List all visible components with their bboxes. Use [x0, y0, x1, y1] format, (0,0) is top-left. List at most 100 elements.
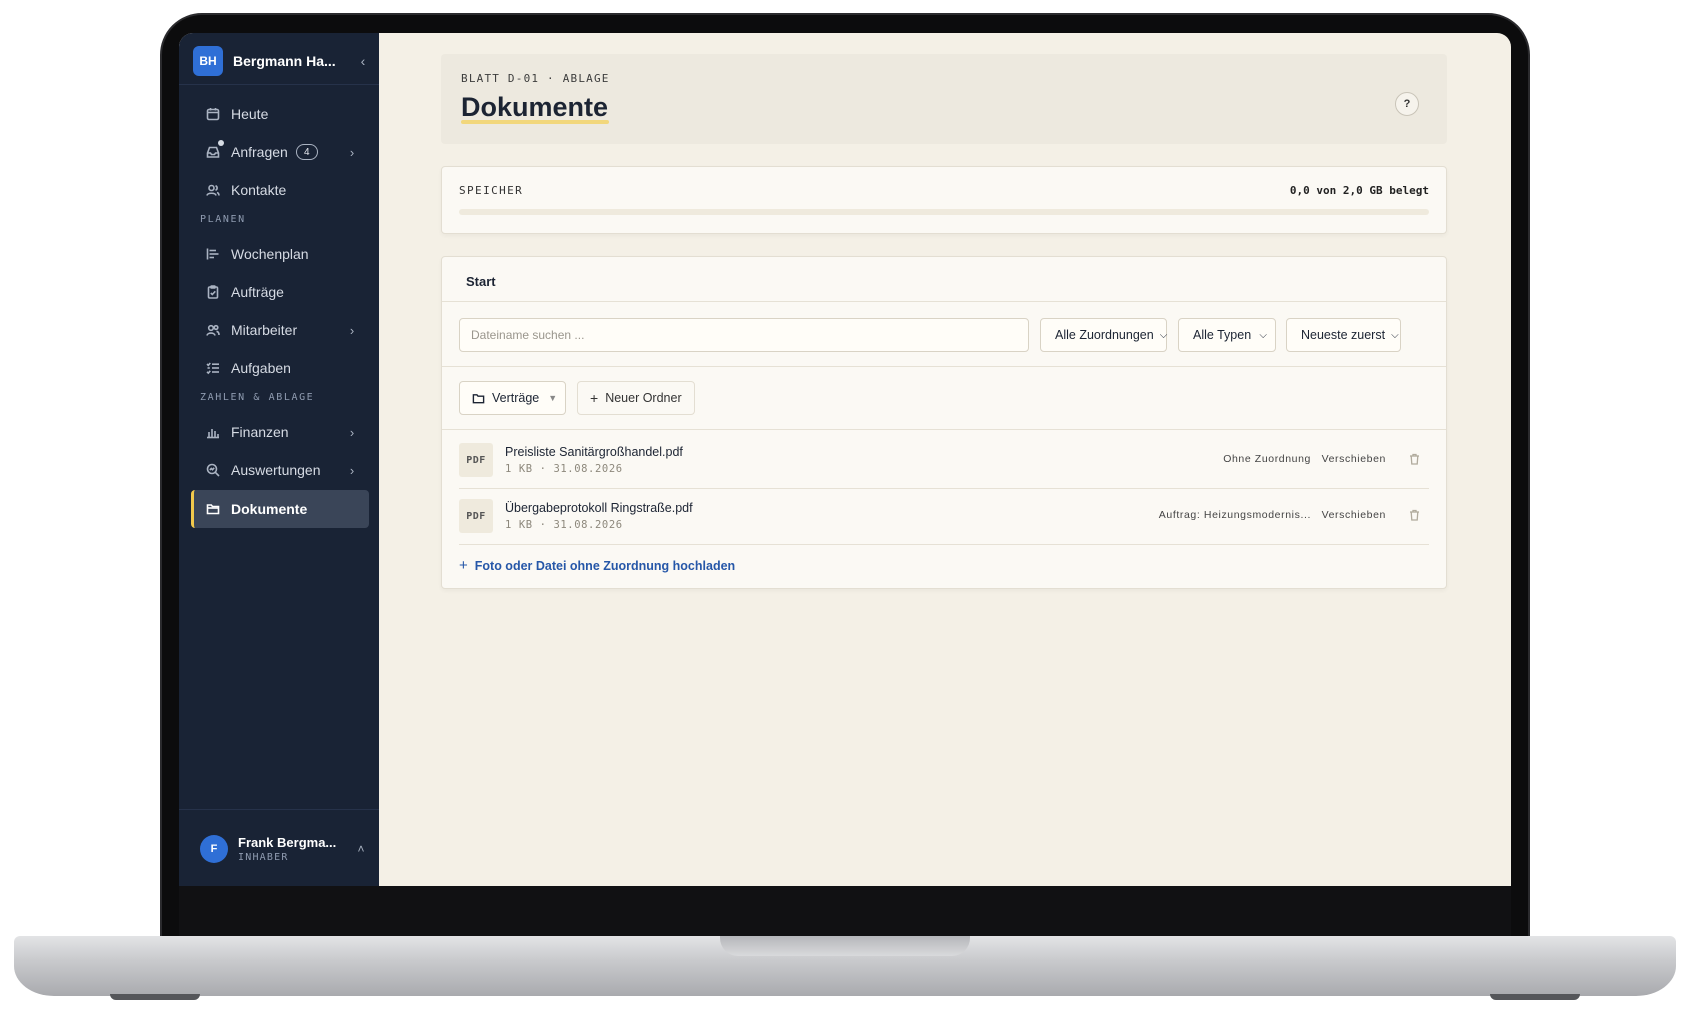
sidebar-item-auswertungen[interactable]: Auswertungen ›: [191, 451, 369, 489]
sidebar-item-label: Wochenplan: [231, 246, 309, 262]
folder-icon: [205, 501, 221, 517]
move-button[interactable]: Verschieben: [1322, 453, 1386, 465]
pdf-file-icon: PDF: [459, 443, 493, 477]
users-icon: [205, 322, 221, 338]
chevron-right-icon[interactable]: ›: [343, 145, 361, 160]
sidebar-item-label: Aufträge: [231, 284, 284, 300]
chevron-right-icon[interactable]: ›: [343, 323, 361, 338]
sort-select[interactable]: Neueste zuerst ⌵: [1286, 318, 1401, 352]
sidebar-divider: [179, 84, 379, 85]
storage-progress-bar: [459, 209, 1429, 215]
chevron-down-icon: ⌵: [1391, 329, 1399, 341]
file-row[interactable]: PDF Übergabeprotokoll Ringstraße.pdf 1 K…: [459, 488, 1429, 544]
sidebar-item-label: Aufgaben: [231, 360, 291, 376]
storage-panel: SPEICHER 0,0 von 2,0 GB belegt: [441, 166, 1447, 234]
upload-link-label: Foto oder Datei ohne Zuordnung hochladen: [474, 558, 736, 573]
sidebar-item-mitarbeiter[interactable]: Mitarbeiter ›: [191, 311, 369, 349]
divider: [442, 366, 1446, 367]
search-input[interactable]: [459, 318, 1029, 352]
checklist-icon: [205, 360, 221, 376]
section-label-zahlen: ZAHLEN & ABLAGE: [200, 392, 315, 403]
chevron-up-icon[interactable]: ˄: [352, 842, 370, 856]
workspace-name: Bergmann Ha...: [233, 53, 336, 69]
folder-dropdown-button[interactable]: Verträge ▼: [459, 381, 566, 415]
screen-bezel: [179, 886, 1511, 936]
chevron-right-icon[interactable]: ›: [343, 425, 361, 440]
sidebar-item-wochenplan[interactable]: Wochenplan: [191, 235, 369, 273]
breadcrumb[interactable]: Start: [466, 274, 496, 289]
file-meta: 1 KB · 31.08.2026: [505, 519, 623, 531]
sidebar-item-label: Dokumente: [231, 501, 308, 517]
sidebar-item-auftraege[interactable]: Aufträge: [191, 273, 369, 311]
chevron-down-icon: ⌵: [1159, 329, 1168, 341]
storage-title: SPEICHER: [459, 184, 524, 197]
file-assignment[interactable]: Ohne Zuordnung: [1223, 453, 1311, 465]
sidebar-item-label: Mitarbeiter: [231, 322, 298, 338]
user-name: Frank Bergma...: [238, 835, 337, 850]
contacts-icon: [205, 182, 221, 198]
title-highlight: [461, 120, 609, 124]
chevron-down-icon: ⌵: [1259, 329, 1267, 341]
trash-icon[interactable]: [1409, 508, 1422, 521]
folder-label: Verträge: [492, 391, 540, 405]
trash-icon[interactable]: [1409, 452, 1422, 465]
select-value: Neueste zuerst: [1301, 328, 1386, 342]
sidebar-item-label: Finanzen: [231, 424, 289, 440]
pdf-file-icon: PDF: [459, 499, 493, 533]
sidebar-item-finanzen[interactable]: Finanzen ›: [191, 413, 369, 451]
zoom-chart-icon: [205, 462, 221, 478]
new-folder-button[interactable]: + Neuer Ordner: [577, 381, 695, 415]
caret-down-icon: ▼: [548, 393, 558, 403]
bar-chart-icon: [205, 424, 221, 440]
sidebar-item-heute[interactable]: Heute: [191, 95, 369, 133]
help-button[interactable]: ?: [1395, 92, 1419, 116]
file-assignment[interactable]: Auftrag: Heizungsmodernis...: [1159, 509, 1311, 521]
sidebar-item-dokumente[interactable]: Dokumente: [191, 490, 369, 528]
page-title: Dokumente: [461, 92, 609, 122]
sidebar-item-aufgaben[interactable]: Aufgaben: [191, 349, 369, 387]
count-badge: 4: [295, 144, 318, 160]
folder-icon: [472, 393, 485, 403]
divider: [459, 544, 1429, 545]
laptop-foot: [1490, 994, 1580, 1000]
sidebar-item-label: Anfragen: [231, 144, 288, 160]
avatar: F: [200, 835, 228, 863]
plus-icon: +: [459, 557, 468, 574]
sheet-label: BLATT D-01 · ABLAGE: [461, 72, 610, 85]
laptop-foot: [110, 994, 200, 1000]
chevron-left-icon[interactable]: ‹: [353, 53, 373, 69]
calendar-icon: [205, 106, 221, 122]
select-value: Alle Zuordnungen: [1055, 328, 1154, 342]
user-role: INHABER: [238, 852, 289, 863]
file-name[interactable]: Übergabeprotokoll Ringstraße.pdf: [505, 501, 693, 515]
assignment-filter-select[interactable]: Alle Zuordnungen ⌵: [1040, 318, 1167, 352]
sidebar-item-anfragen[interactable]: Anfragen 4 ›: [191, 133, 369, 171]
page-header: BLATT D-01 · ABLAGE Dokumente ?: [441, 54, 1447, 144]
type-filter-select[interactable]: Alle Typen ⌵: [1178, 318, 1276, 352]
sidebar-item-label: Heute: [231, 106, 269, 122]
sidebar-item-kontakte[interactable]: Kontakte: [191, 171, 369, 209]
divider: [442, 301, 1446, 302]
file-row[interactable]: PDF Preisliste Sanitärgroßhandel.pdf 1 K…: [459, 432, 1429, 488]
app-screen: BH Bergmann Ha... ‹ Heute Anfragen 4 › K…: [179, 33, 1511, 886]
workspace-avatar: BH: [193, 46, 223, 76]
storage-usage: 0,0 von 2,0 GB belegt: [1289, 184, 1429, 197]
sidebar-divider: [179, 809, 379, 810]
sidebar-item-label: Auswertungen: [231, 462, 321, 478]
sidebar-item-label: Kontakte: [231, 182, 287, 198]
plus-icon: +: [590, 390, 599, 406]
notification-dot: [218, 140, 224, 146]
workspace-switcher[interactable]: BH Bergmann Ha... ‹: [193, 43, 373, 79]
file-meta: 1 KB · 31.08.2026: [505, 463, 623, 475]
file-name[interactable]: Preisliste Sanitärgroßhandel.pdf: [505, 445, 683, 459]
chevron-right-icon[interactable]: ›: [343, 463, 361, 478]
gantt-icon: [205, 246, 221, 262]
upload-link[interactable]: + Foto oder Datei ohne Zuordnung hochlad…: [459, 557, 735, 574]
move-button[interactable]: Verschieben: [1322, 509, 1386, 521]
laptop-notch: [720, 936, 970, 956]
user-menu[interactable]: F Frank Bergma... INHABER ˄: [200, 829, 370, 869]
divider: [442, 429, 1446, 430]
inbox-icon: [205, 144, 221, 160]
new-folder-label: Neuer Ordner: [605, 391, 682, 405]
sidebar: BH Bergmann Ha... ‹ Heute Anfragen 4 › K…: [179, 33, 379, 886]
